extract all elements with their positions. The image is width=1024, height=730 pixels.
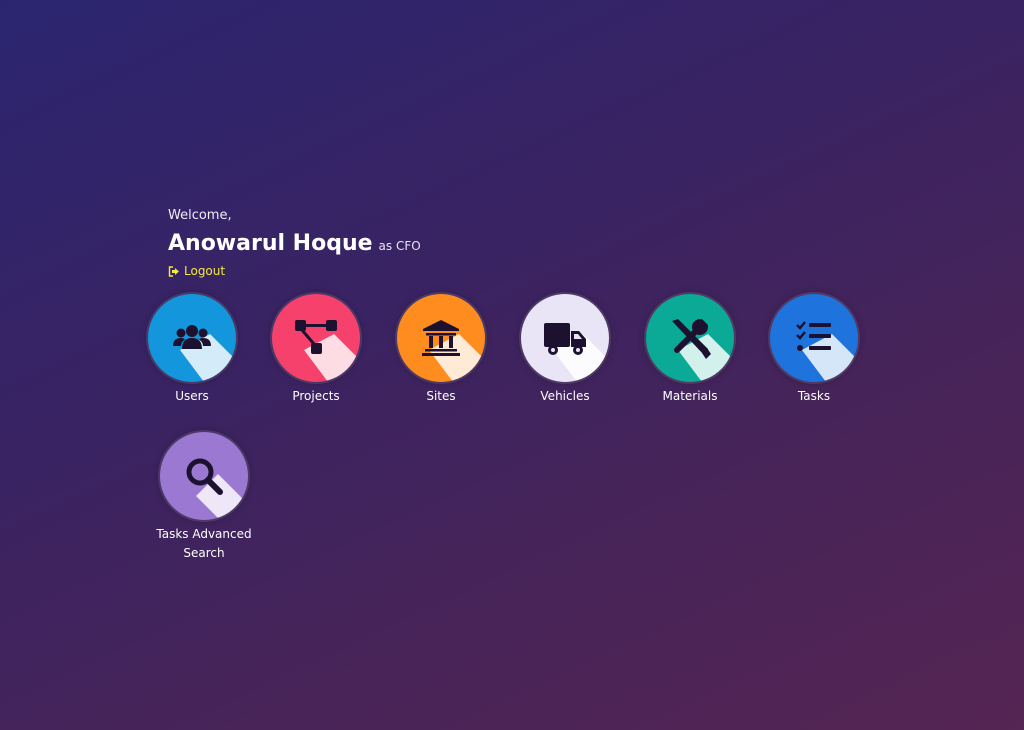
tile-materials[interactable]: Materials bbox=[630, 294, 750, 406]
user-role: as CFO bbox=[378, 239, 421, 253]
welcome-header: Welcome, Anowarul Hoque as CFO Logout bbox=[168, 208, 421, 281]
logout-link[interactable]: Logout bbox=[168, 264, 225, 278]
tile-label: Materials bbox=[662, 389, 718, 403]
tile-label: Users bbox=[175, 389, 209, 403]
tile-circle bbox=[397, 294, 485, 382]
tile-vehicles[interactable]: Vehicles bbox=[505, 294, 625, 406]
welcome-text: Welcome, bbox=[168, 208, 232, 223]
search-icon bbox=[186, 458, 223, 495]
sign-out-icon bbox=[168, 265, 179, 277]
tile-circle bbox=[272, 294, 360, 382]
tile-circle bbox=[770, 294, 858, 382]
tile-projects[interactable]: Projects bbox=[256, 294, 376, 406]
institution-icon bbox=[422, 320, 460, 356]
tile-circle bbox=[646, 294, 734, 382]
user-name-row: Anowarul Hoque as CFO bbox=[168, 231, 421, 256]
tile-tasks-advanced-search[interactable]: Tasks Advanced Search bbox=[144, 432, 264, 563]
tile-sites[interactable]: Sites bbox=[381, 294, 501, 406]
tile-label: Sites bbox=[426, 389, 456, 403]
task-list-icon bbox=[796, 321, 831, 351]
tile-users[interactable]: Users bbox=[132, 294, 252, 406]
tile-label: Tasks bbox=[797, 389, 831, 403]
users-icon bbox=[173, 325, 211, 349]
logout-label: Logout bbox=[184, 264, 226, 278]
wrench-screwdriver-icon bbox=[672, 319, 711, 359]
tile-label: Projects bbox=[292, 389, 340, 403]
sitemap-icon bbox=[295, 320, 337, 354]
truck-icon bbox=[544, 323, 586, 355]
tile-label: Tasks Advanced Search bbox=[156, 527, 252, 560]
tile-label: Vehicles bbox=[540, 389, 590, 403]
tile-circle bbox=[521, 294, 609, 382]
tile-circle bbox=[148, 294, 236, 382]
user-name: Anowarul Hoque bbox=[168, 231, 373, 256]
tile-circle bbox=[160, 432, 248, 520]
tile-tasks[interactable]: Tasks bbox=[754, 294, 874, 406]
